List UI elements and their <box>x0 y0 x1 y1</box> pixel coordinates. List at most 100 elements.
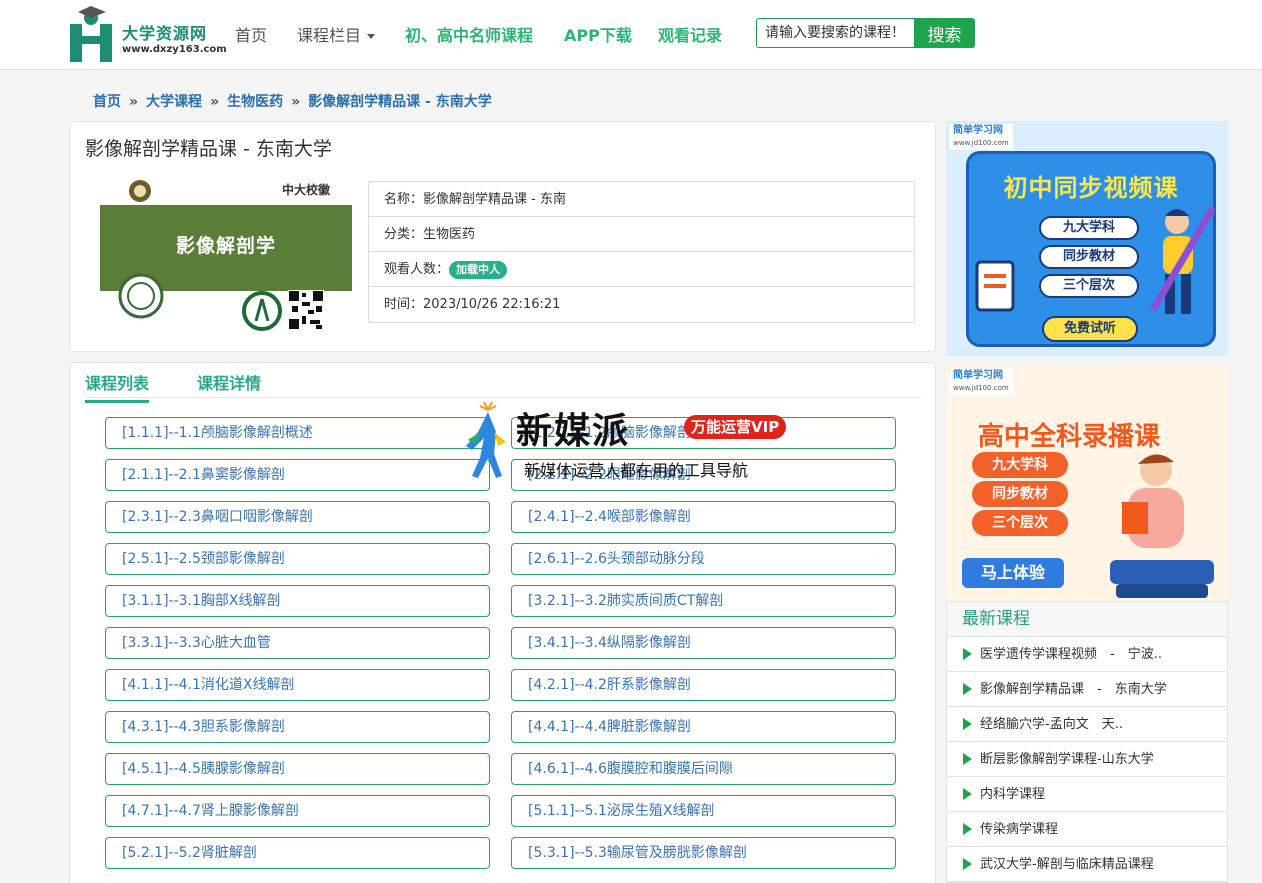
lesson-link[interactable]: [3.3.1]--3.3心脏大血管 <box>105 627 490 659</box>
ad-cta-button[interactable]: 免费试听 <box>1042 316 1138 342</box>
ad-pill: 三个层次 <box>1039 274 1139 298</box>
lesson-link[interactable]: [3.4.1]--3.4纵隔影像解剖 <box>511 627 896 659</box>
latest-course-label: 影像解剖学精品课 - 东南大学 <box>980 682 1167 697</box>
viewers-label: 观看人数： <box>384 262 450 277</box>
watermark-brand: 新媒派 <box>516 411 631 452</box>
breadcrumb-separator: » <box>129 94 139 110</box>
nav-columns-dropdown[interactable]: 课程栏目 <box>297 22 376 46</box>
watermark-overlay: 新媒派 万能运营VIP 新媒体运营人都在用的工具导航 <box>458 402 818 482</box>
ad-pill: 九大学科 <box>972 452 1068 478</box>
latest-course-item[interactable]: 影像解剖学精品课 - 东南大学 <box>947 672 1227 707</box>
ad-logo: 简单学习网 www.jd100.com <box>949 124 1013 150</box>
play-arrow-icon <box>963 647 972 660</box>
play-arrow-icon <box>963 857 972 870</box>
site-logo[interactable]: 大学资源网 www.dxzy163.com <box>66 6 227 64</box>
site-header: 大学资源网 www.dxzy163.com 首页 课程栏目 初、高中名师课程 A… <box>0 0 1262 70</box>
nav-teachers[interactable]: 初、高中名师课程 <box>405 22 533 46</box>
logo-url: www.dxzy163.com <box>122 44 227 55</box>
ad-cta-button[interactable]: 马上体验 <box>962 558 1064 588</box>
latest-course-label: 经络腧穴学-孟向文 天.. <box>980 717 1123 732</box>
notebook-icon <box>975 260 1015 312</box>
logo-title: 大学资源网 <box>122 24 208 43</box>
latest-course-item[interactable]: 医学遗传学课程视频 - 宁波.. <box>947 637 1227 672</box>
latest-course-label: 断层影像解剖学课程-山东大学 <box>980 752 1154 767</box>
breadcrumb: 首页 » 大学课程 » 生物医药 » 影像解剖学精品课 - 东南大学 <box>93 91 492 111</box>
school-emblem-icon <box>242 291 282 331</box>
lesson-link[interactable]: [2.6.1]--2.6头颈部动脉分段 <box>511 543 896 575</box>
nav-home[interactable]: 首页 <box>235 22 267 46</box>
play-arrow-icon <box>963 717 972 730</box>
lesson-link[interactable]: [4.6.1]--4.6腹膜腔和腹膜后间隙 <box>511 753 896 785</box>
viewers-badge: 加载中人 <box>449 261 508 279</box>
latest-course-label: 传染病学课程 <box>980 822 1059 837</box>
play-arrow-icon <box>963 787 972 800</box>
ad-pill: 三个层次 <box>972 510 1068 536</box>
course-info-table: 名称：影像解剖学精品课 - 东南 分类：生物医药 观看人数： 加载中人 时间：20… <box>368 181 915 323</box>
reading-student-illustration-icon <box>1110 454 1214 598</box>
lesson-link[interactable]: [2.5.1]--2.5颈部影像解剖 <box>105 543 490 575</box>
search-button[interactable]: 搜索 <box>914 18 975 48</box>
ad-logo-title: 简单学习网 <box>953 125 1003 136</box>
watermark-subtitle: 新媒体运营人都在用的工具导航 <box>524 461 749 480</box>
ad-title: 初中同步视频课 <box>1003 174 1179 202</box>
lesson-link[interactable]: [4.2.1]--4.2肝系影像解剖 <box>511 669 896 701</box>
chevron-down-icon <box>367 34 376 39</box>
lesson-link[interactable]: [5.2.1]--5.2肾脏解剖 <box>105 837 490 869</box>
latest-course-label: 武汉大学-解剖与临床精品课程 <box>980 857 1154 872</box>
lesson-link[interactable]: [4.7.1]--4.7肾上腺影像解剖 <box>105 795 490 827</box>
breadcrumb-biomedicine[interactable]: 生物医药 <box>227 94 283 110</box>
lesson-link[interactable]: [4.3.1]--4.3胆系影像解剖 <box>105 711 490 743</box>
ad-junior-course-banner[interactable]: 简单学习网 www.jd100.com 初中同步视频课 九大学科 同步教材 三个层… <box>946 121 1228 356</box>
tab-course-detail[interactable]: 课程详情 <box>197 370 261 400</box>
breadcrumb-home[interactable]: 首页 <box>93 94 121 110</box>
ad-senior-course-banner[interactable]: 简单学习网 www.jd100.com 高中全科录播课 九大学科 同步教材 三个层… <box>946 366 1228 601</box>
ad-pill: 同步教材 <box>1039 245 1139 269</box>
latest-course-label: 内科学课程 <box>980 787 1046 802</box>
lesson-link[interactable]: [4.5.1]--4.5胰腺影像解剖 <box>105 753 490 785</box>
ad-logo: 简单学习网 www.jd100.com <box>949 369 1013 395</box>
nav-app-download[interactable]: APP下载 <box>564 22 632 46</box>
lesson-link[interactable]: [5.3.1]--5.3输尿管及膀胱影像解剖 <box>511 837 896 869</box>
latest-course-item[interactable]: 经络腧穴学-孟向文 天.. <box>947 707 1227 742</box>
course-category-row: 分类：生物医药 <box>369 217 914 252</box>
latest-course-item[interactable]: 内科学课程 <box>947 777 1227 812</box>
lesson-link[interactable]: [2.4.1]--2.4喉部影像解剖 <box>511 501 896 533</box>
play-arrow-icon <box>963 682 972 695</box>
logo-mark-icon <box>70 6 112 62</box>
deer-logo-icon <box>466 402 506 478</box>
qr-code-icon <box>288 290 324 330</box>
nav-history[interactable]: 观看记录 <box>658 22 722 46</box>
student-illustration-icon <box>1149 206 1215 314</box>
course-info-panel: 影像解剖学精品课 - 东南大学 中大校徽 影像解剖学 名称：影像解剖学精品课 -… <box>69 121 936 352</box>
latest-courses-panel: 最新课程 医学遗传学课程视频 - 宁波.. 影像解剖学精品课 - 东南大学 经络腧穴… <box>946 601 1228 883</box>
lesson-link[interactable]: [1.1.1]--1.1颅脑影像解剖概述 <box>105 417 490 449</box>
watermark-vip-badge: 万能运营VIP <box>684 415 787 439</box>
ad-pill: 九大学科 <box>1039 216 1139 240</box>
lesson-link[interactable]: [2.3.1]--2.3鼻咽口咽影像解剖 <box>105 501 490 533</box>
tab-course-list[interactable]: 课程列表 <box>85 370 150 403</box>
latest-course-item[interactable]: 断层影像解剖学课程-山东大学 <box>947 742 1227 777</box>
cover-signature: 中大校徽 <box>281 183 330 197</box>
course-name-row: 名称：影像解剖学精品课 - 东南 <box>369 182 914 217</box>
lesson-link[interactable]: [4.4.1]--4.4脾脏影像解剖 <box>511 711 896 743</box>
lesson-link[interactable]: [3.2.1]--3.2肺实质间质CT解剖 <box>511 585 896 617</box>
university-seal-icon <box>129 180 151 202</box>
ad-logo-url: www.jd100.com <box>953 384 1009 392</box>
ad-frame: 初中同步视频课 九大学科 同步教材 三个层次 免费试听 <box>966 151 1216 347</box>
lesson-link[interactable]: [3.1.1]--3.1胸部X线解剖 <box>105 585 490 617</box>
breadcrumb-separator: » <box>210 94 220 110</box>
breadcrumb-current[interactable]: 影像解剖学精品课 - 东南大学 <box>308 94 492 110</box>
play-arrow-icon <box>963 752 972 765</box>
latest-course-label: 医学遗传学课程视频 - 宁波.. <box>980 647 1162 662</box>
search-input[interactable] <box>756 18 916 48</box>
ad-pill: 同步教材 <box>972 481 1068 507</box>
lesson-link[interactable]: [2.1.1]--2.1鼻窦影像解剖 <box>105 459 490 491</box>
stamp-icon <box>118 273 164 319</box>
latest-course-item[interactable]: 武汉大学-解剖与临床精品课程 <box>947 847 1227 882</box>
lesson-link[interactable]: [5.1.1]--5.1泌尿生殖X线解剖 <box>511 795 896 827</box>
breadcrumb-university-courses[interactable]: 大学课程 <box>146 94 202 110</box>
ad-logo-url: www.jd100.com <box>953 139 1009 147</box>
course-cover-image: 中大校徽 影像解剖学 <box>100 177 352 337</box>
lesson-link[interactable]: [4.1.1]--4.1消化道X线解剖 <box>105 669 490 701</box>
latest-course-item[interactable]: 传染病学课程 <box>947 812 1227 847</box>
